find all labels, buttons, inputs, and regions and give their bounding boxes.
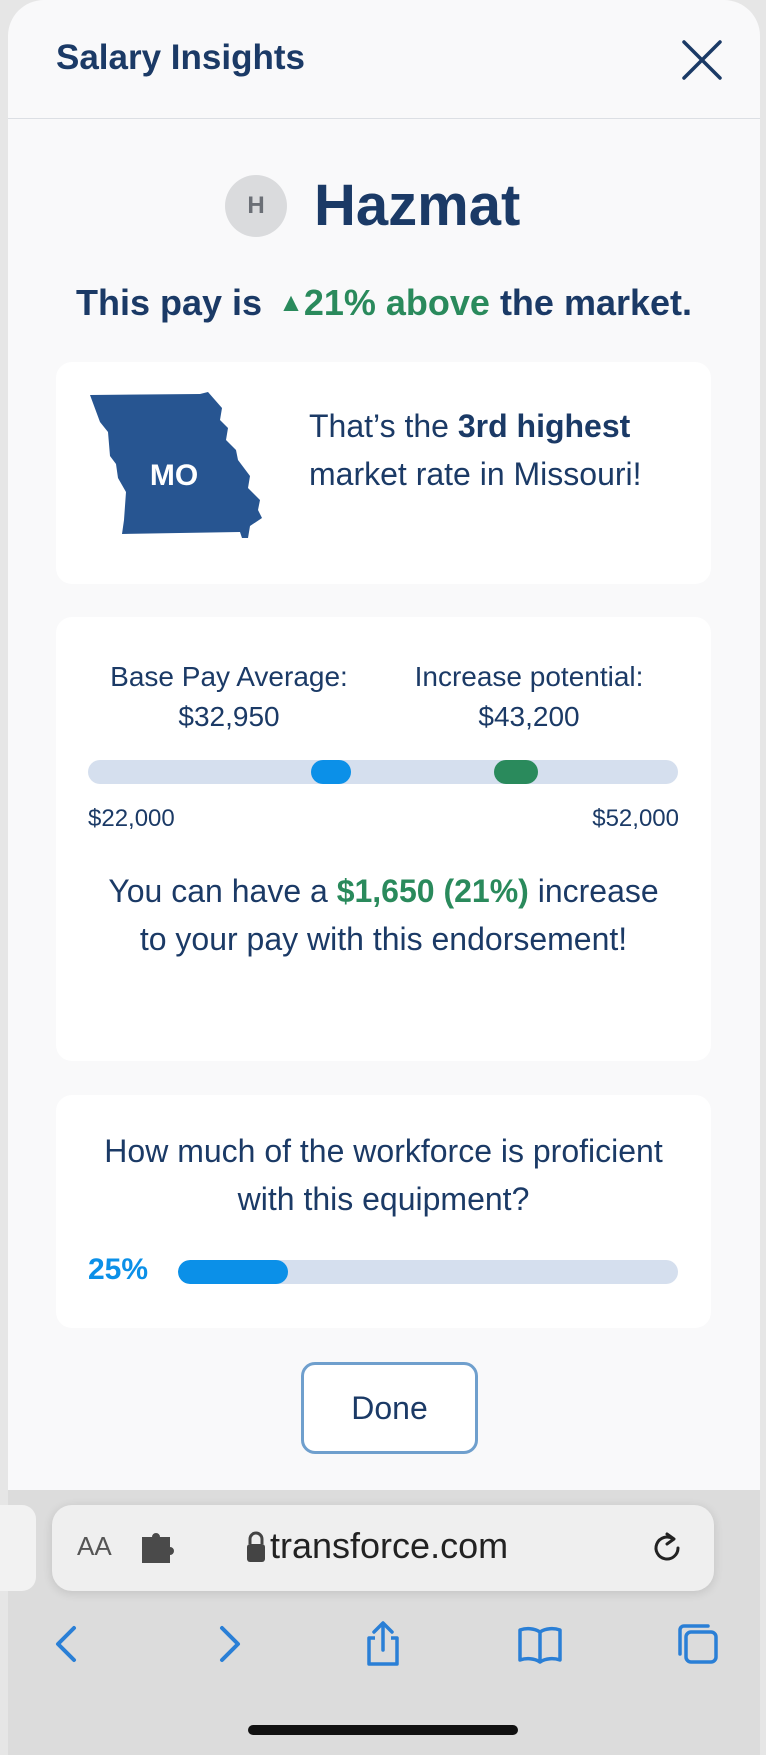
increase-text: You can have a $1,650 (21%) increase to … <box>96 867 671 963</box>
base-pay-label: Base Pay Average: <box>110 661 348 692</box>
range-min-label: $22,000 <box>88 805 175 832</box>
reload-icon[interactable] <box>648 1529 686 1567</box>
lock-icon <box>247 1531 265 1562</box>
avatar: H <box>225 175 287 237</box>
bookmarks-icon[interactable] <box>516 1620 564 1668</box>
workforce-progress-track <box>178 1260 678 1284</box>
sheet-title: Salary Insights <box>56 38 305 77</box>
forward-icon[interactable] <box>204 1620 252 1668</box>
increase-potential-marker <box>494 760 538 784</box>
tabs-icon[interactable] <box>674 1620 722 1668</box>
up-arrow-icon: ▲ <box>278 287 304 317</box>
ranking-text: That’s the 3rd highest market rate in Mi… <box>309 402 689 498</box>
home-indicator <box>248 1725 518 1735</box>
range-max-label: $52,000 <box>592 805 679 832</box>
sheet-header: Salary Insights <box>8 0 760 119</box>
aa-label: AA <box>77 1531 112 1561</box>
extension-icon[interactable] <box>138 1529 176 1567</box>
pay-comparison-prefix: This pay is <box>75 282 263 323</box>
increase-potential-block: Increase potential: $43,200 <box>374 657 684 737</box>
ranking-text-post: market rate in Missouri! <box>309 456 642 492</box>
increase-potential-label: Increase potential: <box>414 661 644 692</box>
ranking-rank: 3rd highest <box>457 408 631 444</box>
workforce-percent: 25% <box>88 1253 149 1286</box>
pay-range-card: Base Pay Average: $32,950 Increase poten… <box>56 617 711 1061</box>
reader-settings-button[interactable]: AA <box>77 1531 112 1562</box>
state-abbr-label: MO <box>150 459 198 492</box>
salary-insights-sheet: Salary Insights H Hazmat This pay is ▲21… <box>8 0 760 1500</box>
base-pay-marker <box>311 760 351 784</box>
share-icon[interactable] <box>359 1620 407 1668</box>
increase-amount: $1,650 (21%) <box>336 873 529 909</box>
address-bar[interactable]: AA transforce.com <box>52 1505 714 1591</box>
done-button[interactable]: Done <box>301 1362 478 1454</box>
workforce-question: How much of the workforce is proficient … <box>104 1133 663 1217</box>
base-pay-block: Base Pay Average: $32,950 <box>84 657 374 737</box>
increase-potential-value: $43,200 <box>478 701 580 732</box>
pay-comparison-suffix: the market. <box>499 282 693 323</box>
pay-range-track <box>88 760 678 784</box>
ranking-card: MO That’s the 3rd highest market rate in… <box>56 362 711 584</box>
ranking-text-pre: That’s the <box>309 408 458 444</box>
previous-tab-edge[interactable] <box>0 1505 36 1591</box>
back-icon[interactable] <box>44 1620 92 1668</box>
workforce-progress-fill <box>178 1260 288 1284</box>
close-icon[interactable] <box>678 36 726 84</box>
increase-text-pre: You can have a <box>108 873 337 909</box>
endorsement-name: Hazmat <box>314 173 521 238</box>
workforce-card: How much of the workforce is proficient … <box>56 1095 711 1328</box>
url-text: transforce.com <box>270 1525 509 1566</box>
pay-comparison-percent: 21% above <box>303 282 490 323</box>
pay-comparison: This pay is ▲21% above the market. <box>8 282 760 324</box>
missouri-map-icon: MO <box>90 392 262 538</box>
base-pay-value: $32,950 <box>178 701 280 732</box>
